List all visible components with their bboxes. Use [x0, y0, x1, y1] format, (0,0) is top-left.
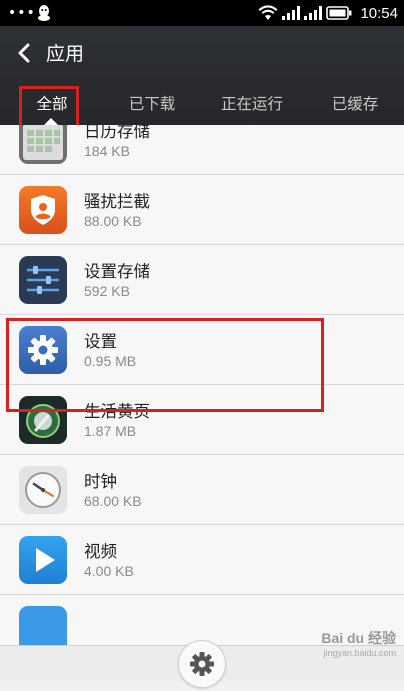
clock-icon	[19, 466, 67, 514]
list-item[interactable]: 骚扰拦截 88.00 KB	[0, 175, 404, 245]
watermark: Bai du 经验 jingyan.baidu.com	[321, 628, 396, 658]
page-title: 应用	[46, 43, 85, 65]
app-size: 88.00 KB	[84, 213, 142, 229]
battery-icon	[326, 6, 352, 20]
app-size: 592 KB	[84, 283, 130, 299]
calendar-storage-icon	[19, 125, 67, 164]
app-size: 1.87 MB	[84, 423, 137, 439]
chevron-left-icon[interactable]	[10, 38, 40, 68]
gear-icon[interactable]	[178, 640, 226, 688]
watermark-sub: jingyan.baidu.com	[323, 648, 396, 658]
signal-icon-2	[304, 6, 323, 20]
app-name: 视频	[84, 542, 117, 561]
video-play-icon	[19, 536, 67, 584]
list-item[interactable]: 视频 4.00 KB	[0, 525, 404, 595]
status-bar: ••• 10:54	[0, 0, 404, 26]
list-item[interactable]: 时钟 68.00 KB	[0, 455, 404, 525]
app-size: 68.00 KB	[84, 493, 142, 509]
tab-downloaded[interactable]: 已下载	[118, 92, 186, 114]
watermark-text: Bai du 经验	[321, 630, 396, 646]
wifi-icon	[258, 5, 278, 20]
app-size: 184 KB	[84, 143, 130, 159]
list-item[interactable]: 设置存储 592 KB	[0, 245, 404, 315]
app-name: 设置存储	[84, 262, 150, 281]
app-size: 4.00 KB	[84, 563, 134, 579]
app-name: 时钟	[84, 472, 117, 491]
qq-icon	[38, 5, 50, 21]
more-dots-icon: •••	[8, 5, 36, 21]
tab-running[interactable]: 正在运行	[212, 92, 292, 114]
sliders-icon	[19, 256, 67, 304]
app-name: 骚扰拦截	[84, 192, 150, 211]
tab-cached[interactable]: 已缓存	[320, 92, 390, 114]
highlight-box-settings	[6, 318, 324, 412]
clock-time: 10:54	[360, 4, 398, 22]
partial-app-icon	[19, 606, 67, 645]
shield-person-icon	[19, 186, 67, 234]
list-item[interactable]: 日历存储 184 KB	[0, 125, 404, 175]
app-name: 日历存储	[84, 125, 150, 141]
signal-icon	[282, 6, 301, 20]
